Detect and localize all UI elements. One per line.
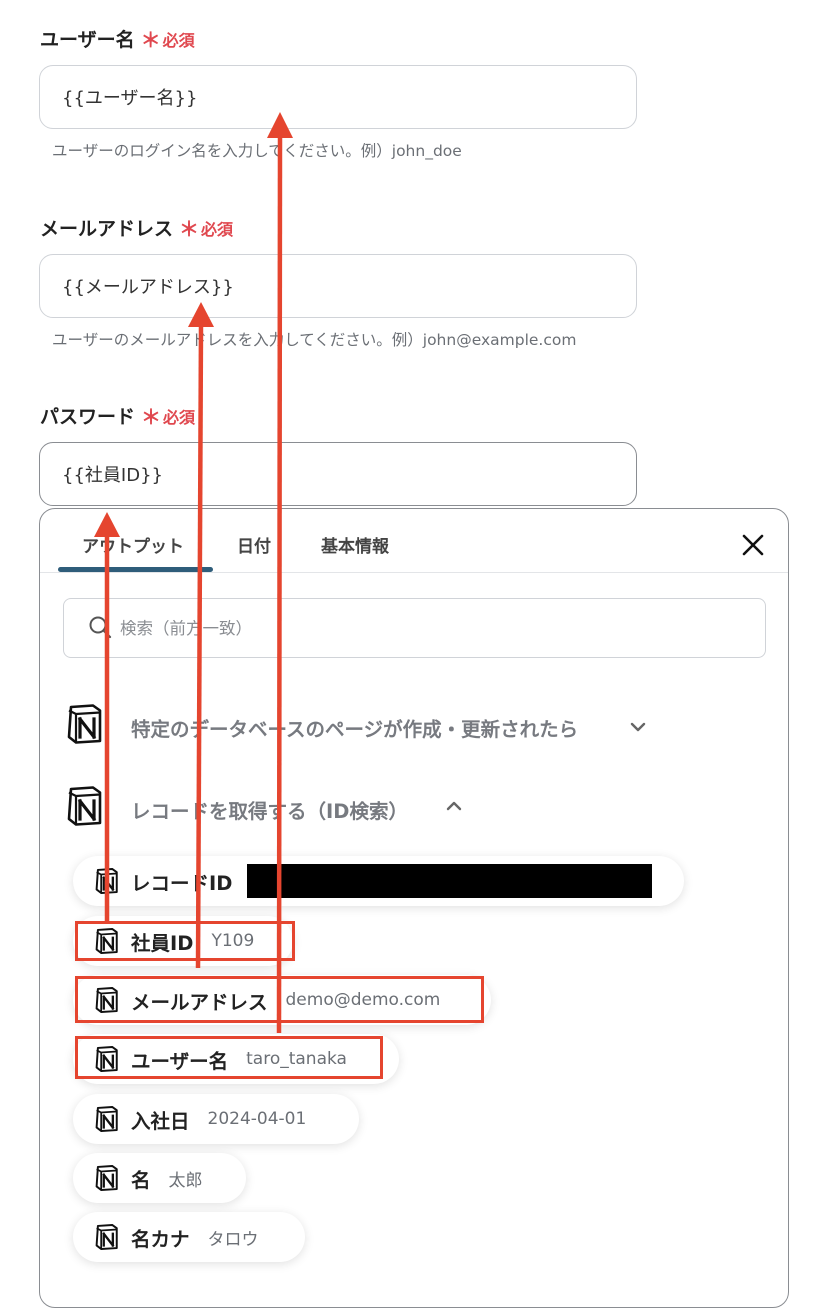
required-star: ＊ [140,28,161,52]
notion-icon [67,786,102,826]
chevron-up-icon[interactable] [445,800,463,812]
output-label: 名カナ [131,1227,190,1251]
notion-icon [95,1106,118,1132]
output-item-first-name-kana[interactable]: 名カナ タロウ [73,1212,305,1262]
tab-date[interactable]: 日付 [237,532,271,557]
redacted-value [247,864,652,898]
required-star: ＊ [179,217,200,241]
required-badge: 必須 [163,407,196,427]
close-button[interactable] [738,530,768,560]
email-label: メールアドレス ＊ 必須 [40,213,233,242]
tab-basic-info[interactable]: 基本情報 [321,532,389,557]
username-input-value: {{ユーザー名}} [62,88,198,109]
output-value: タロウ [207,1229,259,1250]
output-label: レコードID [131,871,233,895]
section-trigger-title[interactable]: 特定のデータベースのページが作成・更新されたら [131,713,578,742]
notion-icon [95,1165,118,1191]
password-input-value: {{社員ID}} [62,465,163,486]
highlight-box-employee-id [75,921,295,961]
highlight-box-username [75,1036,383,1079]
search-icon [89,616,112,639]
required-badge: 必須 [201,219,234,239]
email-input-value: {{メールアドレス}} [62,277,234,298]
username-label: ユーザー名 ＊ 必須 [40,24,195,53]
output-label: 入社日 [131,1109,190,1133]
output-value: 太郎 [168,1170,203,1191]
tab-output[interactable]: アウトプット [82,532,184,557]
notion-icon [95,1224,118,1250]
username-hint: ユーザーのログイン名を入力してください。例）john_doe [52,142,462,160]
tab-divider [40,572,788,573]
highlight-box-email [75,976,484,1023]
email-label-text: メールアドレス [40,218,174,240]
username-input[interactable]: {{ユーザー名}} [39,65,637,129]
chevron-down-icon[interactable] [629,721,647,733]
output-value: 2024-04-01 [207,1109,307,1129]
username-label-text: ユーザー名 [40,29,135,51]
password-label-text: パスワード [40,406,136,428]
notion-icon [95,868,118,894]
notion-icon [67,704,102,744]
required-badge: 必須 [162,30,195,50]
password-label: パスワード ＊ 必須 [40,401,195,430]
password-input[interactable]: {{社員ID}} [39,442,637,506]
output-item-first-name[interactable]: 名 太郎 [73,1153,246,1203]
output-label: 名 [131,1168,151,1192]
email-input[interactable]: {{メールアドレス}} [39,254,637,318]
output-item-join-date[interactable]: 入社日 2024-04-01 [73,1094,359,1144]
section-record-title[interactable]: レコードを取得する（ID検索） [131,795,408,824]
search-input[interactable] [120,615,720,641]
email-hint: ユーザーのメールアドレスを入力してください。例）john@example.com [52,331,577,349]
required-star: ＊ [141,405,162,429]
close-icon [742,534,764,556]
